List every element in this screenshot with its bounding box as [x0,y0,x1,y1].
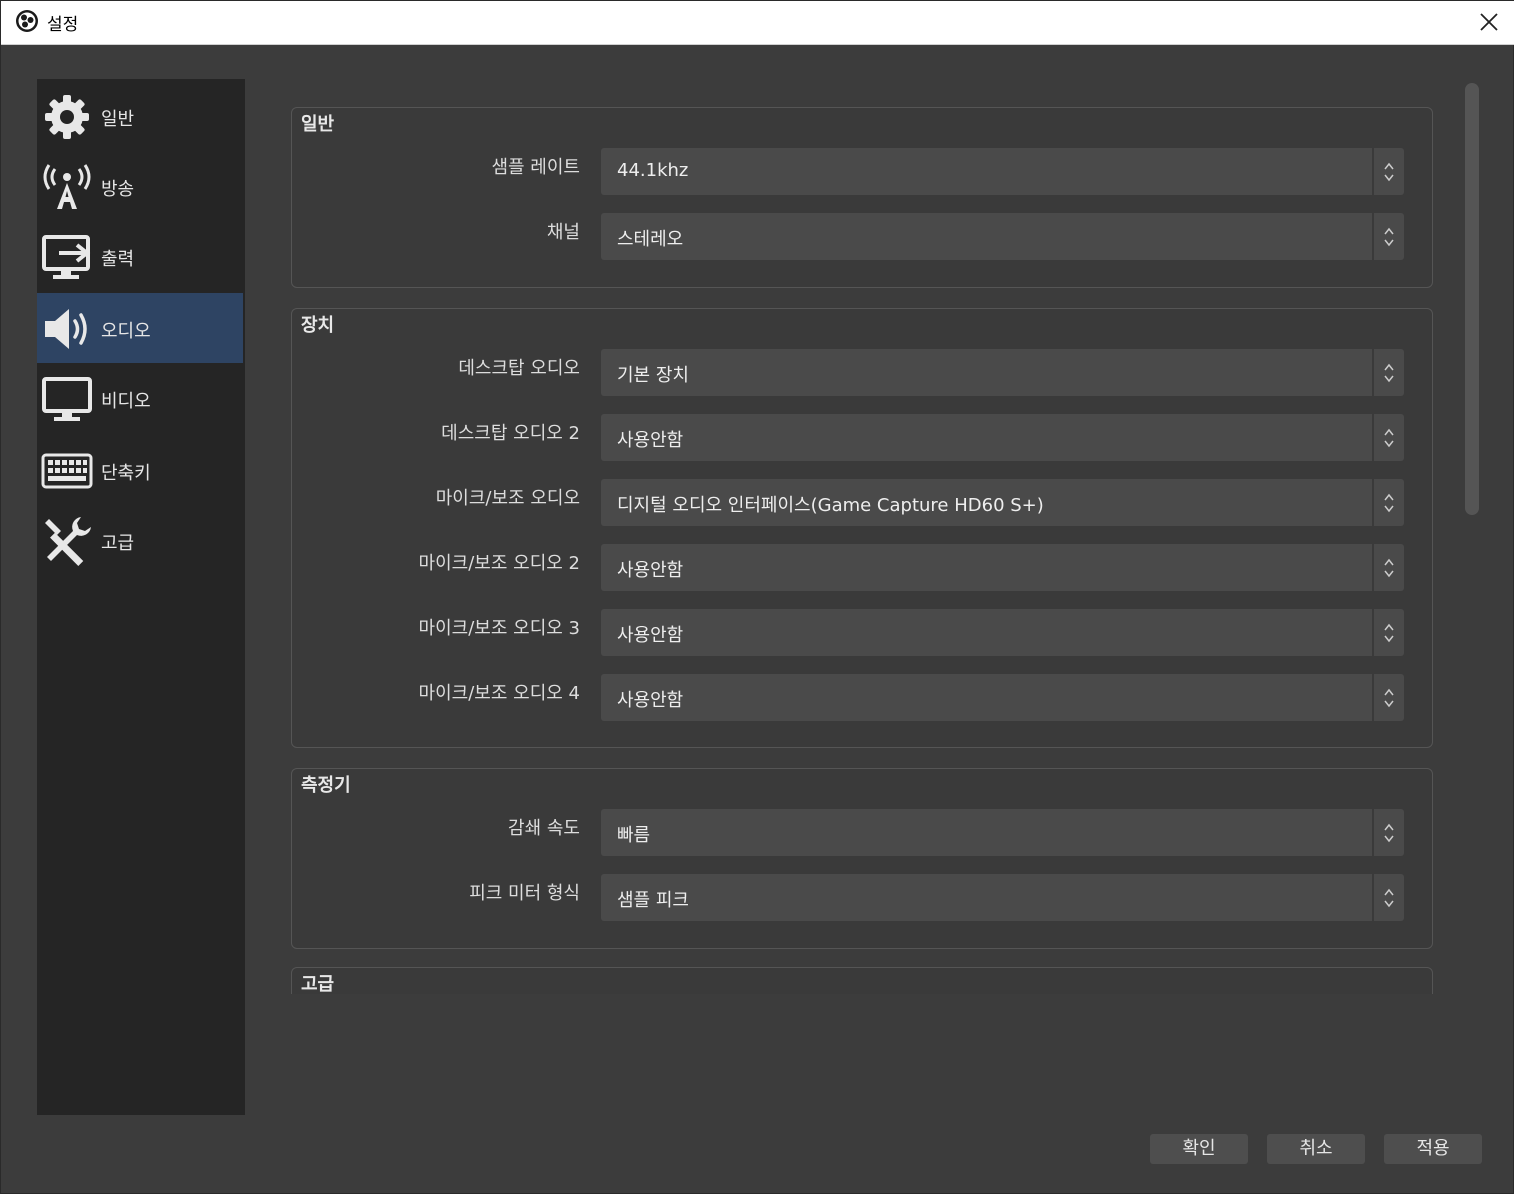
sidebar-item-advanced[interactable]: 고급 [37,505,243,575]
title-bar: 설정 [1,1,1514,45]
peak-meter-type-label: 피크 미터 형식 [469,883,580,904]
apply-button[interactable]: 적용 [1384,1134,1482,1164]
group-devices: 장치 데스크탑 오디오 기본 장치 데스크탑 오디오 2 사용안함 마이크/보조… [291,308,1433,748]
sidebar-item-label: 출력 [101,249,135,270]
combo-value: 사용안함 [617,625,684,646]
settings-content: 일반 샘플 레이트 44.1khz 채널 스테레오 장치 데스크탑 오디오 기본… [257,61,1457,994]
updown-arrows-icon [1372,609,1404,656]
updown-arrows-icon [1372,544,1404,591]
window-title: 설정 [47,15,79,35]
combo-value: 44.1khz [617,160,689,181]
decay-rate-select[interactable]: 빠름 [601,809,1404,856]
speaker-icon [45,309,87,349]
broadcast-tower-icon [43,164,91,209]
updown-arrows-icon [1372,148,1404,195]
sidebar-item-label: 고급 [101,533,135,554]
peak-meter-type-select[interactable]: 샘플 피크 [601,874,1404,921]
group-title: 장치 [301,315,335,336]
settings-sidebar: 일반 방송 출력 오디오 비디오 단축키 고급 [37,79,245,1115]
combo-value: 빠름 [617,825,651,846]
mic-aux-audio-3-select[interactable]: 사용안함 [601,609,1404,656]
sample-rate-select[interactable]: 44.1khz [601,148,1404,195]
combo-value: 기본 장치 [617,365,689,386]
cancel-button[interactable]: 취소 [1267,1134,1365,1164]
desktop-audio-2-select[interactable]: 사용안함 [601,414,1404,461]
group-advanced: 고급 [291,967,1433,994]
updown-arrows-icon [1372,874,1404,921]
group-title: 고급 [301,974,335,994]
sidebar-item-output[interactable]: 출력 [37,221,243,291]
sidebar-item-stream[interactable]: 방송 [37,151,243,221]
mic-aux-audio-label: 마이크/보조 오디오 [435,488,580,509]
sidebar-item-label: 단축키 [101,463,151,484]
scrollbar-thumb[interactable] [1465,83,1479,515]
close-icon [1480,13,1498,31]
mic-aux-audio-4-select[interactable]: 사용안함 [601,674,1404,721]
sidebar-item-label: 오디오 [101,321,151,342]
sidebar-item-video[interactable]: 비디오 [37,363,243,433]
combo-value: 디지털 오디오 인터페이스(Game Capture HD60 S+) [617,495,1044,516]
mic-aux-audio-2-label: 마이크/보조 오디오 2 [418,553,580,574]
group-general: 일반 샘플 레이트 44.1khz 채널 스테레오 [291,107,1433,288]
close-button[interactable] [1471,5,1507,39]
group-title: 일반 [301,114,335,135]
group-title: 측정기 [301,775,351,796]
sample-rate-label: 샘플 레이트 [491,157,580,178]
settings-window: 설정 일반 방송 출력 오디오 비디오 단축키 고급 일반 샘플 레이트 44.… [0,0,1514,1194]
combo-value: 사용안함 [617,560,684,581]
combo-value: 스테레오 [617,229,684,250]
desktop-audio-2-label: 데스크탑 오디오 2 [441,423,580,444]
sidebar-item-audio[interactable]: 오디오 [37,293,243,363]
gear-icon [45,95,89,139]
sidebar-item-hotkeys[interactable]: 단축키 [37,435,243,505]
output-monitor-icon [42,235,91,279]
group-meters: 측정기 감쇄 속도 빠름 피크 미터 형식 샘플 피크 [291,768,1433,949]
channel-select[interactable]: 스테레오 [601,213,1404,260]
updown-arrows-icon [1372,349,1404,396]
sidebar-item-general[interactable]: 일반 [37,81,243,151]
monitor-icon [42,377,92,421]
mic-aux-audio-3-label: 마이크/보조 오디오 3 [418,618,580,639]
obs-app-icon [16,10,38,32]
decay-rate-label: 감쇄 속도 [508,818,580,839]
mic-aux-audio-2-select[interactable]: 사용안함 [601,544,1404,591]
updown-arrows-icon [1372,414,1404,461]
keyboard-icon [41,453,93,489]
mic-aux-audio-select[interactable]: 디지털 오디오 인터페이스(Game Capture HD60 S+) [601,479,1404,526]
combo-value: 사용안함 [617,430,684,451]
desktop-audio-select[interactable]: 기본 장치 [601,349,1404,396]
sidebar-item-label: 비디오 [101,391,151,412]
tools-icon [45,517,91,566]
sidebar-item-label: 일반 [101,109,135,130]
updown-arrows-icon [1372,809,1404,856]
combo-value: 사용안함 [617,690,684,711]
channel-label: 채널 [546,222,580,243]
combo-value: 샘플 피크 [617,890,689,911]
updown-arrows-icon [1372,213,1404,260]
mic-aux-audio-4-label: 마이크/보조 오디오 4 [418,683,580,704]
sidebar-item-label: 방송 [101,179,135,200]
updown-arrows-icon [1372,674,1404,721]
updown-arrows-icon [1372,479,1404,526]
ok-button[interactable]: 확인 [1150,1134,1248,1164]
desktop-audio-label: 데스크탑 오디오 [458,358,580,379]
